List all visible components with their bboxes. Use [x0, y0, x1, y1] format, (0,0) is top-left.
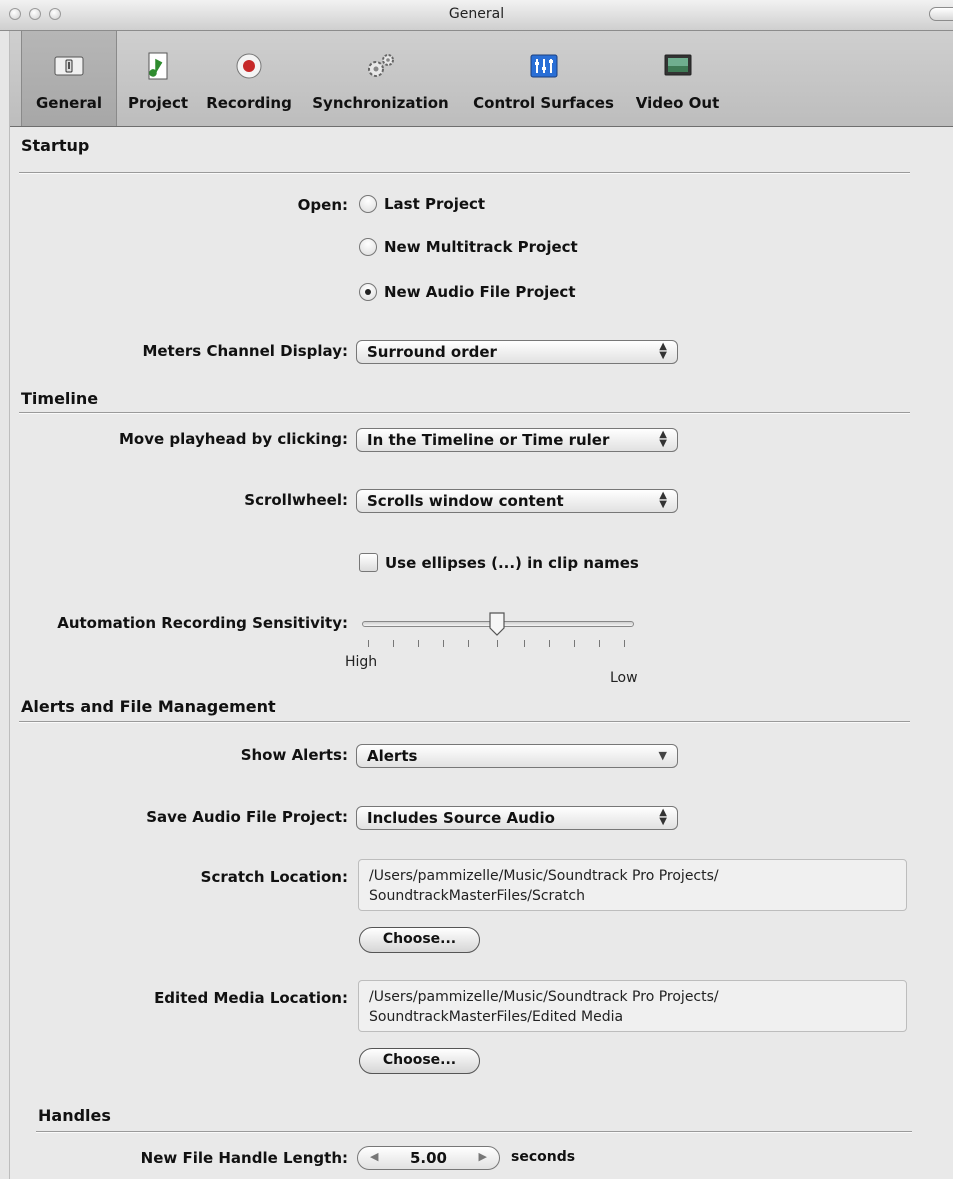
popup-value: Surround order — [367, 343, 497, 361]
radio-button-selected[interactable] — [359, 283, 377, 301]
path-line: SoundtrackMasterFiles/Edited Media — [369, 1009, 624, 1025]
general-switch-icon — [54, 56, 84, 76]
use-ellipses-checkbox-row[interactable]: Use ellipses (...) in clip names — [359, 553, 639, 572]
popup-value: Includes Source Audio — [367, 809, 555, 827]
section-title-alerts: Alerts and File Management — [21, 697, 276, 716]
window-title: General — [448, 6, 505, 22]
tab-control-surfaces-label: Control Surfaces — [473, 94, 614, 112]
edited-media-location-path: /Users/pammizelle/Music/Soundtrack Pro P… — [358, 980, 907, 1032]
popup-arrows-icon: ▲ ▼ — [659, 429, 667, 449]
radio-last-project[interactable]: Last Project — [359, 195, 485, 213]
popup-arrows-icon: ▲ ▼ — [659, 341, 667, 361]
monitor-icon — [664, 54, 691, 76]
show-alerts-label: Show Alerts: — [240, 746, 348, 764]
divider — [36, 1131, 912, 1132]
scrollwheel-label: Scrollwheel: — [244, 491, 348, 509]
radio-new-multitrack-project[interactable]: New Multitrack Project — [359, 238, 578, 256]
popup-value: Alerts — [367, 747, 418, 765]
divider — [19, 721, 910, 722]
divider — [19, 412, 910, 413]
show-alerts-popup[interactable]: Alerts ▼ — [356, 744, 678, 768]
save-audio-file-project-label: Save Audio File Project: — [146, 808, 348, 826]
section-title-handles: Handles — [38, 1106, 111, 1125]
path-line: SoundtrackMasterFiles/Scratch — [369, 888, 585, 904]
popup-value: Scrolls window content — [367, 492, 564, 510]
tab-general[interactable]: General — [21, 31, 117, 126]
move-playhead-label: Move playhead by clicking: — [119, 430, 348, 448]
tab-synchronization-label: Synchronization — [312, 94, 449, 112]
checkbox-label: Use ellipses (...) in clip names — [385, 553, 639, 572]
mixer-faders-icon — [530, 54, 557, 78]
edited-media-location-label: Edited Media Location: — [154, 989, 348, 1007]
tab-synchronization[interactable]: Synchronization — [299, 31, 462, 126]
tab-video-out-label: Video Out — [635, 94, 720, 112]
handle-length-unit: seconds — [511, 1149, 576, 1165]
slider-knob[interactable] — [487, 611, 507, 637]
tab-project[interactable]: Project — [117, 31, 199, 126]
scratch-location-path: /Users/pammizelle/Music/Soundtrack Pro P… — [358, 859, 907, 911]
title-bar[interactable]: General — [0, 0, 953, 31]
chevron-down-icon: ▼ — [658, 749, 667, 762]
popup-arrows-icon: ▲ ▼ — [659, 490, 667, 510]
slider-low-label: Low — [610, 670, 638, 686]
divider — [19, 172, 910, 173]
preferences-window: General General Project Recording Synchr… — [0, 0, 953, 1179]
toolbar-toggle-button[interactable] — [929, 7, 953, 21]
tab-project-label: Project — [127, 94, 189, 112]
increment-arrow-icon[interactable]: ▶ — [479, 1150, 487, 1163]
tab-video-out[interactable]: Video Out — [625, 31, 730, 126]
radio-label: New Multitrack Project — [384, 238, 578, 256]
popup-value: In the Timeline or Time ruler — [367, 431, 610, 449]
section-title-startup: Startup — [21, 136, 90, 155]
tab-recording[interactable]: Recording — [199, 31, 299, 126]
use-ellipses-checkbox[interactable] — [359, 553, 378, 572]
scratch-location-label: Scratch Location: — [200, 868, 348, 886]
tab-general-label: General — [36, 94, 102, 112]
radio-label: New Audio File Project — [384, 283, 576, 301]
path-line: /Users/pammizelle/Music/Soundtrack Pro P… — [369, 868, 719, 884]
popup-arrows-icon: ▲ ▼ — [659, 807, 667, 827]
save-audio-file-project-popup[interactable]: Includes Source Audio ▲ ▼ — [356, 806, 678, 830]
tab-control-surfaces[interactable]: Control Surfaces — [462, 31, 625, 126]
slider-high-label: High — [345, 654, 378, 670]
meters-channel-display-label: Meters Channel Display: — [142, 342, 348, 360]
move-playhead-popup[interactable]: In the Timeline or Time ruler ▲ ▼ — [356, 428, 678, 452]
edited-media-choose-button[interactable]: Choose... — [359, 1048, 480, 1074]
new-file-handle-length-label: New File Handle Length: — [140, 1149, 348, 1167]
handle-length-stepper[interactable]: ◀ 5.00 ▶ — [357, 1146, 500, 1170]
open-label: Open: — [297, 196, 348, 214]
music-note-document-icon — [148, 52, 168, 80]
scrollwheel-popup[interactable]: Scrolls window content ▲ ▼ — [356, 489, 678, 513]
radio-label: Last Project — [384, 195, 486, 213]
preferences-toolbar: General Project Recording Synchronizatio… — [0, 31, 953, 127]
record-icon — [236, 53, 262, 79]
meters-channel-display-popup[interactable]: Surround order ▲ ▼ — [356, 340, 678, 364]
gears-icon — [367, 54, 394, 77]
tab-recording-label: Recording — [206, 94, 292, 112]
section-title-timeline: Timeline — [21, 389, 99, 408]
path-line: /Users/pammizelle/Music/Soundtrack Pro P… — [369, 989, 719, 1005]
radio-button[interactable] — [359, 195, 377, 213]
automation-sensitivity-label: Automation Recording Sensitivity: — [57, 614, 348, 632]
radio-new-audio-file-project[interactable]: New Audio File Project — [359, 283, 576, 301]
scratch-choose-button[interactable]: Choose... — [359, 927, 480, 953]
radio-button[interactable] — [359, 238, 377, 256]
